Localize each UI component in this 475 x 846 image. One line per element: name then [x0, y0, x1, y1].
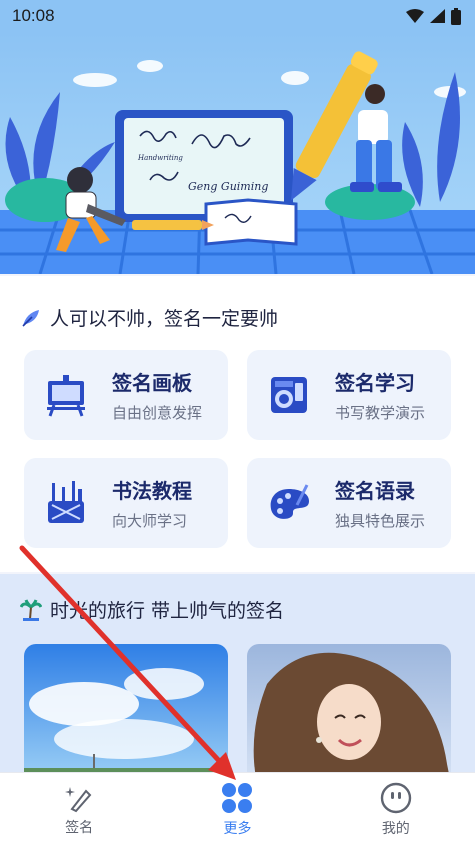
palette-icon [270, 484, 309, 519]
nav-label: 签名 [65, 819, 94, 836]
svg-text:Geng Guiming: Geng Guiming [188, 180, 268, 193]
bottom-navigation: 签名 更多 我的 [0, 772, 475, 846]
card-signature-quotes[interactable]: 签名语录 独具特色展示 [247, 458, 451, 548]
hero-banner: Geng Guiming Handwriting [0, 32, 475, 274]
card-signature-board[interactable]: 签名画板 自由创意发挥 [24, 350, 228, 440]
card-signature-learning[interactable]: 签名学习 书写教学演示 [247, 350, 451, 440]
card-calligraphy-tutorial[interactable]: 书法教程 向大师学习 [24, 458, 228, 548]
card-title: 签名画板 [112, 371, 192, 395]
status-time: 10:08 [12, 6, 55, 25]
banner-illustration: Geng Guiming Handwriting [0, 51, 475, 274]
easel-icon [47, 375, 85, 417]
status-bar: 10:08 [0, 0, 475, 32]
signature-tools-section: 人可以不帅，签名一定要帅 签名画板 自由创意发挥 签名学习 书写教学演示 书法教… [0, 276, 475, 572]
card-subtitle: 自由创意发挥 [112, 404, 203, 422]
sky-image [24, 644, 228, 784]
notebook-icon [271, 377, 307, 413]
section-title: 人可以不帅，签名一定要帅 [50, 308, 279, 330]
section-header: 人可以不帅，签名一定要帅 [20, 304, 278, 331]
nav-signature[interactable]: 签名 [0, 773, 158, 846]
status-icons [406, 7, 461, 25]
nav-more[interactable]: 更多 [158, 773, 316, 846]
nav-label: 更多 [223, 820, 252, 837]
section-header: 时光的旅行 带上帅气的签名 [20, 596, 284, 623]
cellular-icon [430, 9, 445, 23]
svg-text:Handwriting: Handwriting [137, 154, 183, 162]
nav-profile[interactable]: 我的 [317, 773, 475, 846]
section-title: 时光的旅行 带上帅气的签名 [50, 600, 285, 622]
card-subtitle: 书写教学演示 [335, 404, 426, 422]
portrait-image [247, 644, 451, 784]
card-title: 签名学习 [335, 371, 415, 395]
card-title: 签名语录 [335, 479, 415, 503]
sparkle-pen-icon [65, 786, 92, 812]
nav-label: 我的 [381, 820, 410, 837]
palm-tree-icon [20, 598, 42, 621]
card-subtitle: 向大师学习 [112, 512, 188, 530]
quill-icon [22, 309, 39, 327]
brush-holder-icon [48, 481, 84, 523]
card-title: 书法教程 [112, 479, 192, 503]
travel-section: 时光的旅行 带上帅气的签名 [0, 574, 475, 784]
face-icon [380, 782, 412, 813]
wifi-icon [406, 9, 424, 23]
travel-photo-sky[interactable] [24, 644, 228, 784]
travel-photo-girl[interactable] [247, 644, 451, 784]
card-subtitle: 独具特色展示 [335, 512, 426, 530]
grid-icon [222, 782, 253, 813]
battery-icon [451, 7, 461, 25]
